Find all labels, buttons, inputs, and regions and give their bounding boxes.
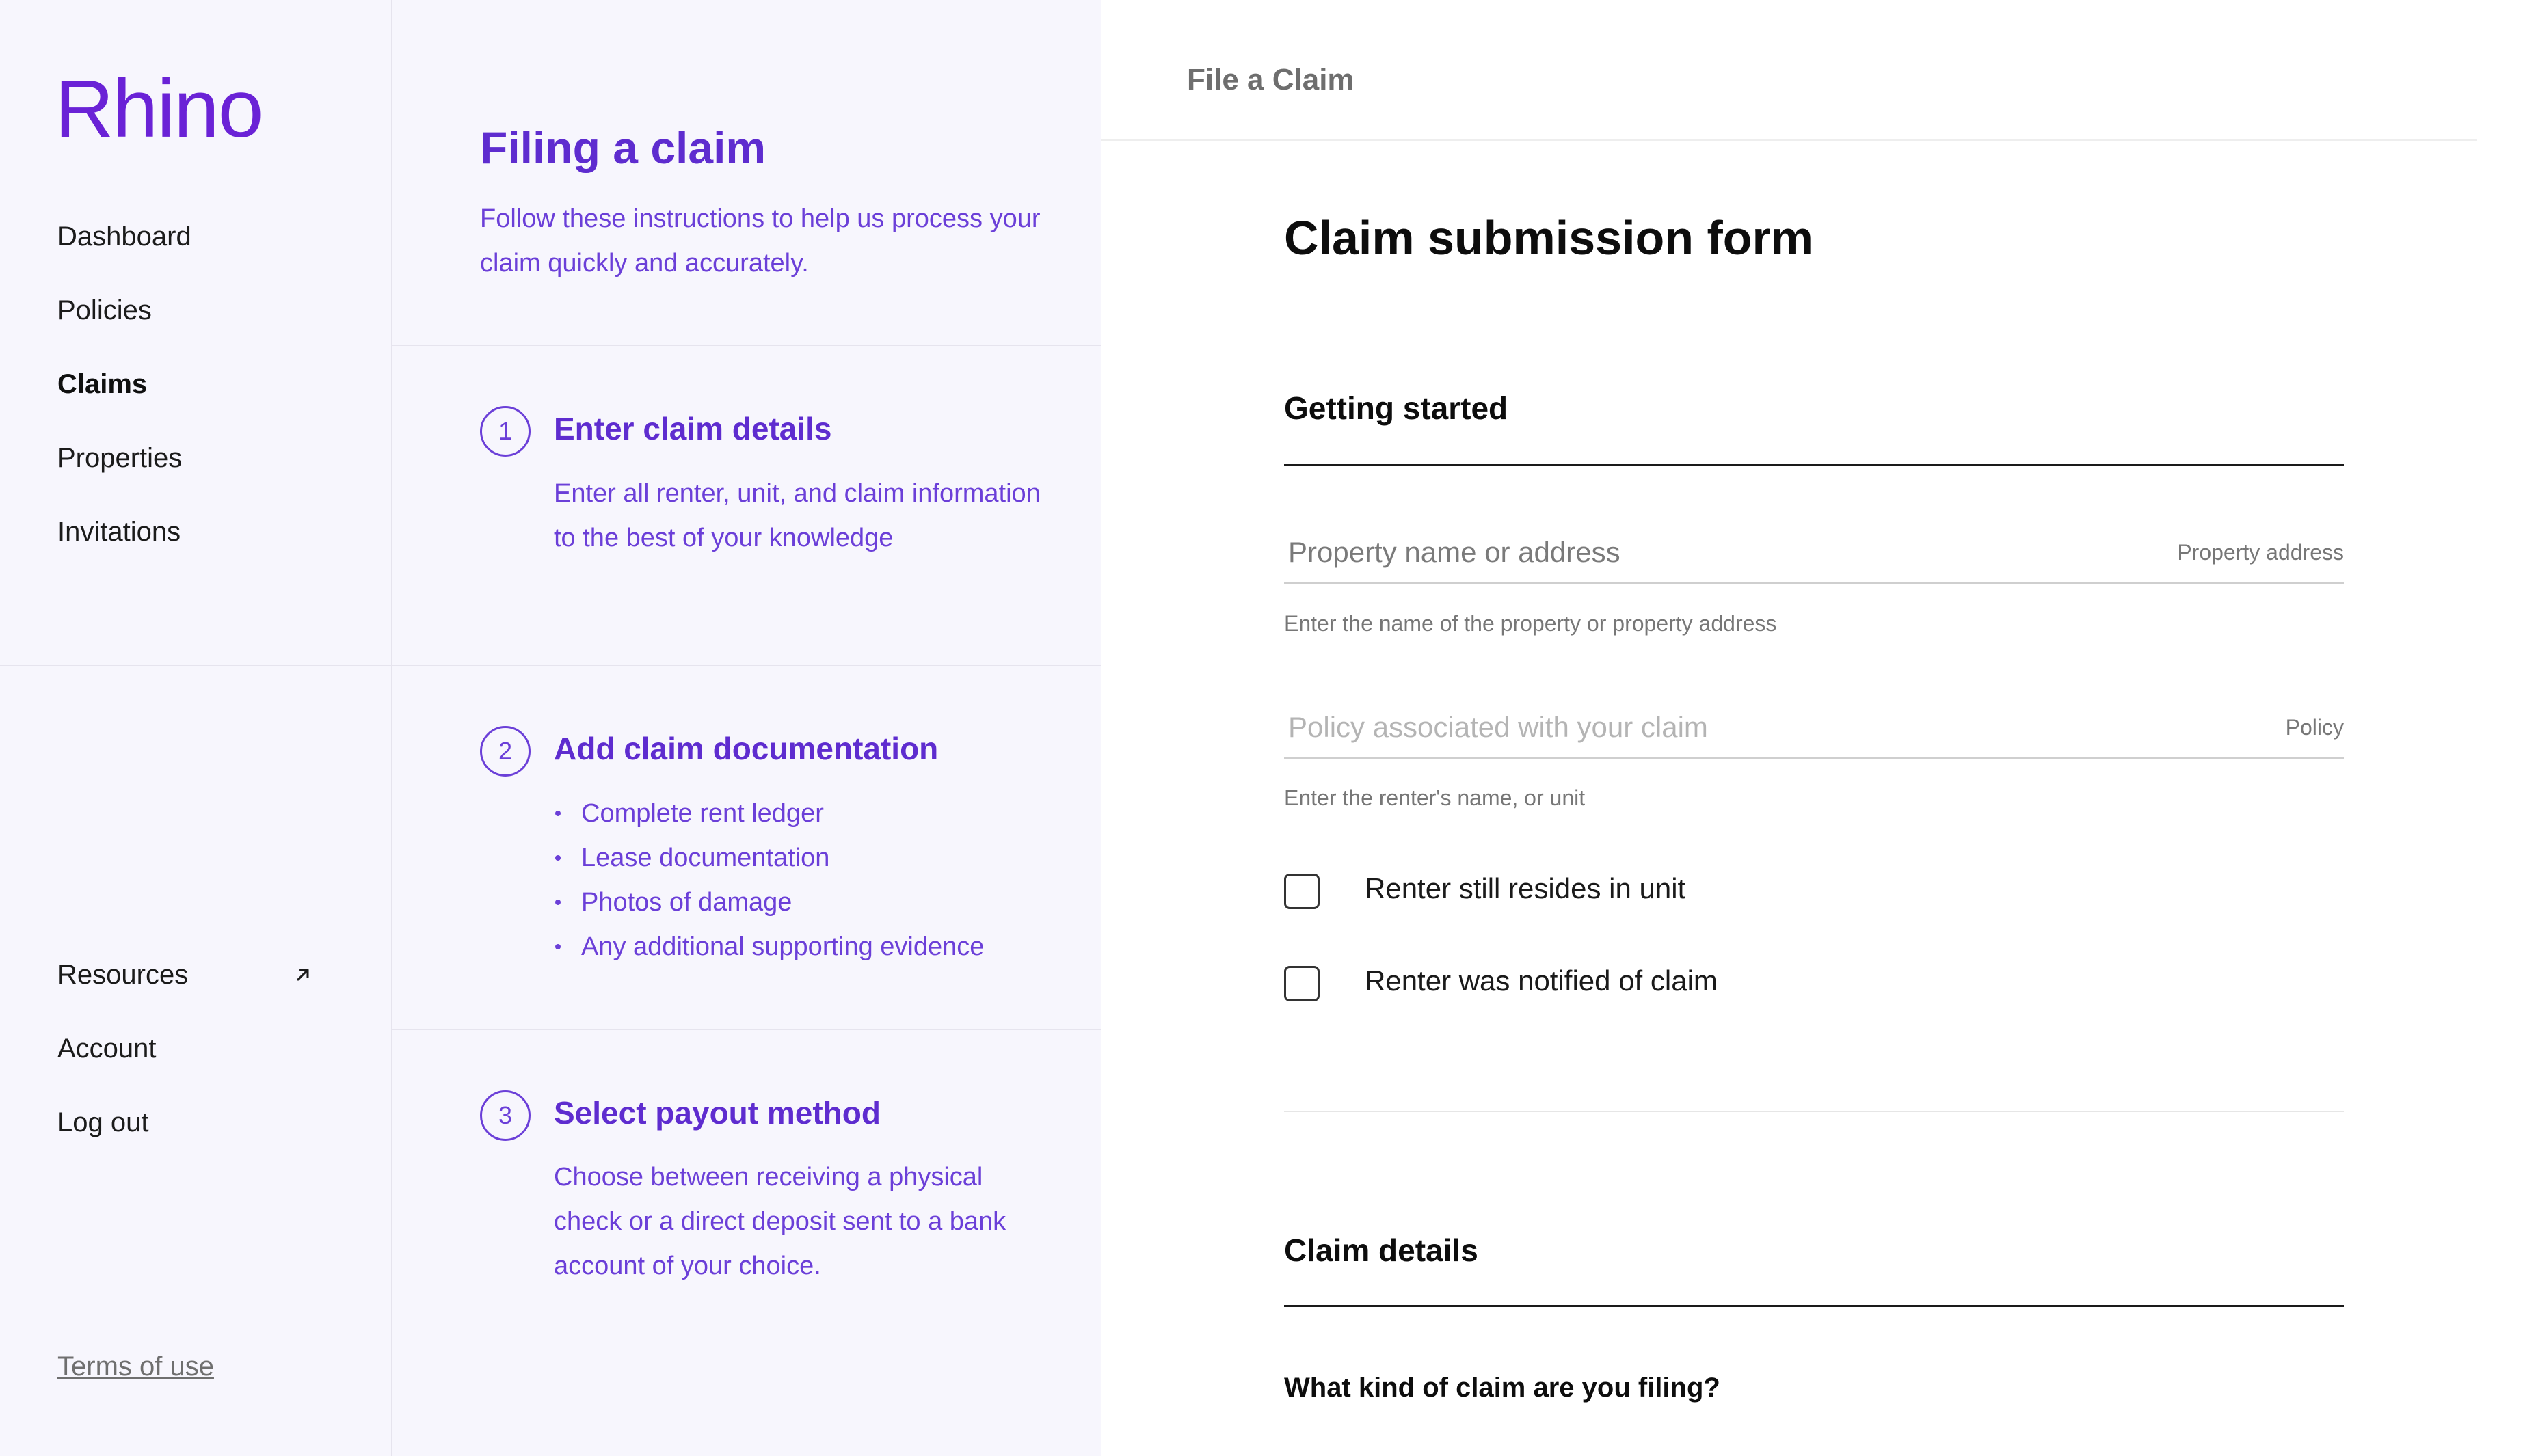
section-rule — [1284, 464, 2344, 466]
main-content: File a Claim Claim submission form Getti… — [1101, 0, 2523, 1456]
sidebar: Rhino Dashboard Policies Claims Properti… — [0, 0, 392, 1456]
step-1-title: Enter claim details — [554, 411, 832, 446]
header-divider — [1101, 139, 2477, 141]
claim-type-question: What kind of claim are you filing? — [1284, 1373, 1720, 1403]
form-divider — [1284, 1111, 2344, 1112]
policy-input[interactable] — [1284, 697, 2344, 759]
list-item: Any additional supporting evidence — [554, 925, 984, 969]
list-item: Lease documentation — [554, 836, 984, 880]
list-item: Photos of damage — [554, 880, 984, 925]
nav-item-resources[interactable]: Resources — [57, 956, 309, 1029]
renter-resides-checkbox[interactable] — [1284, 874, 1320, 909]
terms-of-use-link[interactable]: Terms of use — [57, 1351, 214, 1382]
property-field-help: Enter the name of the property or proper… — [1284, 611, 1777, 636]
nav-item-resources-label: Resources — [57, 960, 189, 990]
nav-item-dashboard[interactable]: Dashboard — [57, 217, 191, 291]
section-title-claim-details: Claim details — [1284, 1232, 1478, 1268]
list-item: Complete rent ledger — [554, 792, 984, 836]
instructions-divider — [392, 1029, 1101, 1030]
property-field-label: Property address — [2177, 540, 2344, 565]
step-1-text: Enter all renter, unit, and claim inform… — [554, 479, 1041, 552]
renter-resides-checkbox-row[interactable]: Renter still resides in unit — [1284, 869, 1831, 911]
nav-item-properties[interactable]: Properties — [57, 439, 191, 513]
external-link-icon — [297, 969, 309, 981]
renter-resides-label: Renter still resides in unit — [1365, 872, 1686, 904]
renter-notified-checkbox[interactable] — [1284, 966, 1320, 1001]
instructions-title: Filing a claim — [480, 122, 766, 173]
nav-item-policies[interactable]: Policies — [57, 291, 191, 365]
primary-nav: Dashboard Policies Claims Properties Inv… — [57, 217, 191, 587]
renter-notified-checkbox-row[interactable]: Renter was notified of claim — [1284, 962, 1831, 1003]
instructions-divider — [392, 345, 1101, 346]
step-3-title: Select payout method — [554, 1095, 881, 1131]
form-title: Claim submission form — [1284, 211, 1814, 265]
nav-item-claims[interactable]: Claims — [57, 365, 191, 439]
step-3-number: 3 — [480, 1090, 531, 1141]
page-header-title: File a Claim — [1187, 63, 1354, 96]
step-3-text: Choose between receiving a physical chec… — [554, 1163, 1006, 1280]
policy-field-label: Policy — [2285, 715, 2344, 740]
renter-notified-label: Renter was notified of claim — [1365, 965, 1718, 997]
step-2-number: 2 — [480, 726, 531, 777]
nav-item-invitations[interactable]: Invitations — [57, 513, 191, 587]
nav-item-logout[interactable]: Log out — [57, 1103, 188, 1177]
rhino-logo[interactable]: Rhino — [55, 62, 264, 156]
policy-field-help: Enter the renter's name, or unit — [1284, 785, 1586, 810]
instructions-divider — [392, 665, 1101, 666]
step-2-title: Add claim documentation — [554, 731, 939, 766]
section-title-getting-started: Getting started — [1284, 390, 1508, 426]
section-rule — [1284, 1305, 2344, 1307]
step-1-number: 1 — [480, 406, 531, 457]
instructions-subtitle: Follow these instructions to help us pro… — [480, 204, 1041, 278]
instructions-panel: Filing a claim Follow these instructions… — [392, 0, 1101, 1456]
sidebar-divider — [0, 665, 392, 666]
step-2-bullet-list: Complete rent ledger Lease documentation… — [554, 792, 984, 969]
secondary-nav: Resources Account Log out — [57, 956, 309, 1177]
nav-item-account[interactable]: Account — [57, 1029, 188, 1103]
